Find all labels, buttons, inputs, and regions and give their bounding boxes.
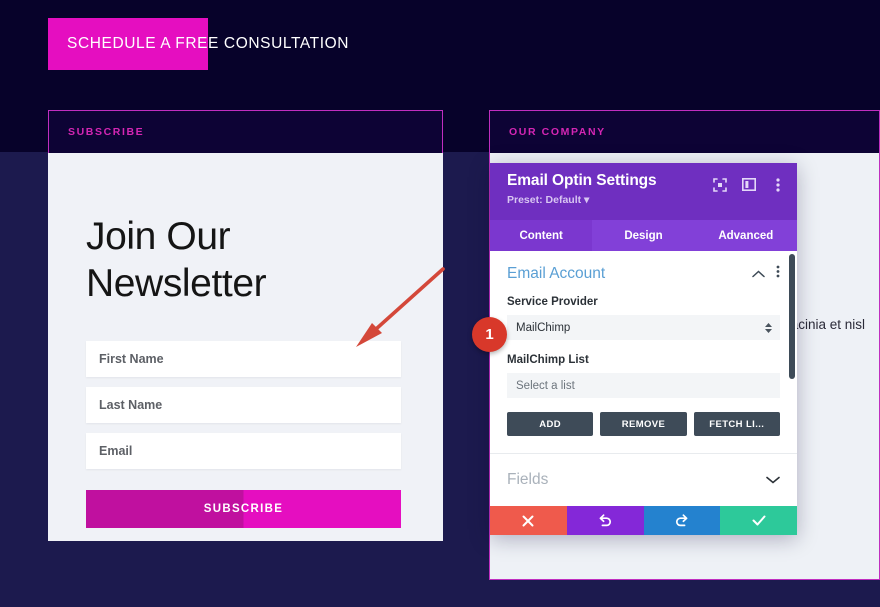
cta-schedule-consultation[interactable]: SCHEDULE A FREE CONSULTATION [48, 18, 349, 70]
subscribe-card-body: Join Our Newsletter SUBSCRIBE [48, 153, 445, 541]
caret-down-icon: ▾ [584, 194, 590, 206]
subscribe-card-header: SUBSCRIBE [48, 110, 443, 153]
last-name-input[interactable] [86, 387, 401, 423]
tab-advanced[interactable]: Advanced [695, 220, 797, 251]
tab-design[interactable]: Design [592, 220, 694, 251]
modal-titlebar: Email Optin Settings Preset: Default ▾ [490, 163, 797, 220]
modal-title: Email Optin Settings [507, 172, 657, 189]
modal-footer [490, 506, 797, 535]
remove-account-button[interactable]: REMOVE [600, 412, 687, 436]
modal-title-group: Email Optin Settings Preset: Default ▾ [507, 172, 657, 206]
close-icon [522, 515, 534, 526]
company-card-header: OUR COMPANY [489, 110, 880, 153]
layout-columns-icon[interactable] [741, 177, 756, 192]
step-badge-1: 1 [472, 317, 507, 352]
email-account-title: Email Account [507, 265, 606, 282]
modal-body: Email Account Service Provider MailChimp… [490, 251, 797, 506]
cancel-button[interactable] [490, 506, 567, 535]
newsletter-title: Join Our Newsletter [86, 215, 267, 305]
more-vertical-icon[interactable] [776, 265, 780, 283]
select-stepper-icon [765, 322, 772, 333]
mailchimp-list-value: Select a list [516, 379, 575, 392]
account-action-buttons: ADD REMOVE FETCH LI... [507, 412, 780, 453]
mailchimp-list-select[interactable]: Select a list [507, 373, 780, 398]
redo-icon [675, 514, 688, 527]
email-account-section: Email Account Service Provider MailChimp… [490, 251, 797, 453]
tab-content[interactable]: Content [490, 220, 593, 251]
service-provider-label: Service Provider [507, 296, 598, 308]
modal-scrollbar[interactable] [789, 254, 795, 379]
modal-preset-label: Preset: Default [507, 194, 582, 206]
fetch-lists-button[interactable]: FETCH LI... [693, 412, 780, 436]
undo-button[interactable] [566, 506, 644, 535]
subscribe-submit-button[interactable]: SUBSCRIBE [86, 490, 401, 528]
subscribe-eyebrow: SUBSCRIBE [68, 126, 145, 138]
modal-titlebar-icons [712, 177, 785, 192]
subscribe-form: SUBSCRIBE [86, 341, 405, 528]
chevron-down-icon[interactable] [766, 471, 780, 489]
fields-section-title: Fields [507, 471, 549, 488]
email-account-header[interactable]: Email Account [507, 265, 780, 296]
more-vertical-icon[interactable] [770, 177, 785, 192]
redo-button[interactable] [643, 506, 721, 535]
add-account-button[interactable]: ADD [507, 412, 594, 436]
cta-label: SCHEDULE A FREE CONSULTATION [67, 35, 350, 52]
modal-tabs: Content Design Advanced [490, 220, 797, 251]
check-icon [752, 515, 766, 526]
subscribe-card: SUBSCRIBE Join Our Newsletter SUBSCRIBE [48, 110, 445, 541]
chevron-up-icon[interactable] [752, 265, 765, 283]
save-button[interactable] [720, 506, 797, 535]
modal-preset-dropdown[interactable]: Preset: Default ▾ [507, 194, 657, 206]
email-input[interactable] [86, 433, 401, 469]
first-name-input[interactable] [86, 341, 401, 377]
email-optin-settings-modal: Email Optin Settings Preset: Default ▾ C… [490, 163, 797, 535]
fields-section-header[interactable]: Fields [490, 453, 797, 506]
email-account-header-icons [752, 265, 780, 283]
fullscreen-icon[interactable] [712, 177, 727, 192]
page-root: SCHEDULE A FREE CONSULTATION SUBSCRIBE J… [0, 0, 880, 607]
service-provider-value: MailChimp [516, 321, 571, 334]
mailchimp-list-label: MailChimp List [507, 354, 589, 366]
service-provider-select[interactable]: MailChimp [507, 315, 780, 340]
undo-icon [599, 514, 612, 527]
company-eyebrow: OUR COMPANY [509, 126, 606, 138]
